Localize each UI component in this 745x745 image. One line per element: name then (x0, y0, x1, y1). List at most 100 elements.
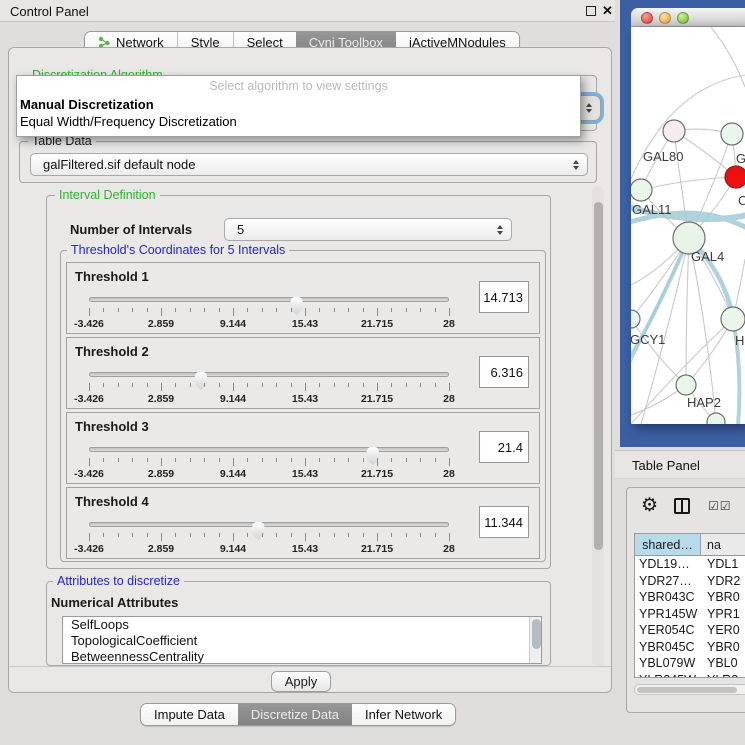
tick-mark (132, 533, 133, 537)
threshold-4-slider[interactable]: -3.4262.8599.14415.4321.71528 (89, 516, 449, 556)
table-cell[interactable]: YPR1 (701, 606, 745, 623)
interval-definition-title: Interval Definition (55, 188, 160, 202)
node-right[interactable] (721, 307, 745, 331)
threshold-3-value-field[interactable] (479, 431, 529, 463)
dropdown-item-equal-width[interactable]: Equal Width/Frequency Discretization (20, 114, 237, 129)
table-cell[interactable]: YBL079W (635, 655, 701, 672)
table-row[interactable]: YDR27…YDR2 (635, 573, 745, 590)
table-cell[interactable]: YBR043C (635, 589, 701, 606)
scrollbar-thumb[interactable] (637, 687, 737, 693)
table-data-combo[interactable]: galFiltered.sif default node (30, 153, 588, 176)
table-row[interactable]: YDL19…YDL1 (635, 556, 745, 573)
network-window-titlebar[interactable] (631, 8, 745, 27)
tick-mark (89, 308, 90, 316)
table-cell[interactable]: YER054C (635, 622, 701, 639)
threshold-4-value-field[interactable] (479, 506, 529, 538)
tick-mark (89, 458, 90, 466)
close-icon[interactable]: ✕ (602, 3, 613, 19)
tick-mark (305, 383, 306, 391)
threshold-1-label: Threshold 1 (75, 269, 149, 284)
node-top-right[interactable] (721, 123, 743, 145)
table-cell[interactable]: YBR0 (701, 589, 745, 606)
table-row[interactable]: YER054CYER0 (635, 622, 745, 639)
node-selected-red[interactable] (725, 166, 745, 188)
scrollbar-thumb[interactable] (594, 202, 603, 550)
zoom-traffic-light-icon[interactable] (677, 12, 689, 24)
minimize-traffic-light-icon[interactable] (659, 12, 671, 24)
float-window-icon[interactable] (586, 6, 596, 16)
table-row[interactable]: YBR045CYBR0 (635, 639, 745, 656)
table-cell[interactable]: YPR145W (635, 606, 701, 623)
tab-discretize-data-label: Discretize Data (251, 707, 339, 722)
tick-label: 2.859 (148, 468, 174, 480)
table-row[interactable]: YBL079WYBL0 (635, 655, 745, 672)
table-row[interactable]: YLR345WYLR3 (635, 672, 745, 679)
table-cell[interactable]: YDR2 (701, 573, 745, 590)
table-cell[interactable]: YBR045C (635, 639, 701, 656)
node-gal80[interactable] (663, 120, 685, 142)
tick-mark (449, 383, 450, 391)
combo-stepper-icon (573, 160, 579, 170)
node-gal11[interactable] (631, 179, 652, 201)
number-of-intervals-combo[interactable]: 5 (224, 218, 512, 241)
threshold-3-slider[interactable]: -3.4262.8599.14415.4321.71528 (89, 441, 449, 481)
tick-mark (161, 308, 162, 316)
close-traffic-light-icon[interactable] (641, 12, 653, 24)
threshold-2-slider[interactable]: -3.4262.8599.14415.4321.71528 (89, 366, 449, 406)
scrollbar-thumb[interactable] (532, 619, 541, 649)
thresholds-group: Threshold's Coordinates for 5 Intervals … (60, 250, 546, 562)
tick-mark (132, 458, 133, 462)
attribute-list-item[interactable]: TopologicalCoefficient (63, 633, 541, 649)
dropdown-item-manual-discretization[interactable]: Manual Discretization (20, 97, 154, 112)
table-cell[interactable]: YDL1 (701, 556, 745, 573)
tick-label: 15.43 (292, 318, 318, 330)
slider-track[interactable] (89, 372, 449, 377)
attribute-list-item[interactable]: BetweennessCentrality (63, 649, 541, 664)
tick-label: 21.715 (361, 318, 393, 330)
network-canvas[interactable]: GAL80 G GAL11 C GAL4 GCY1 H HAP2 (631, 27, 745, 424)
table-cell[interactable]: YLR345W (635, 672, 701, 679)
attributes-scrollbar[interactable] (529, 617, 541, 663)
tab-discretize-data[interactable]: Discretize Data (238, 704, 352, 725)
tick-mark (377, 458, 378, 466)
table-cell[interactable]: YDR27… (635, 573, 701, 590)
node-attribute-table: shared… na YDL19…YDL1YDR27…YDR2YBR043CYB… (634, 533, 745, 678)
tick-label: 21.715 (361, 543, 393, 555)
apply-button[interactable]: Apply (271, 671, 331, 692)
threshold-1-slider[interactable]: -3.4262.8599.14415.4321.71528 (89, 291, 449, 331)
tick-mark (348, 458, 349, 462)
number-of-intervals-label: Number of Intervals (70, 222, 192, 237)
column-header-name[interactable]: na (701, 534, 745, 555)
table-cell[interactable]: YLR3 (701, 672, 745, 679)
threshold-3-panel: Threshold 3 -3.4262.8599.14415.4321.7152… (66, 412, 540, 484)
tick-mark (219, 458, 220, 462)
tick-mark (190, 533, 191, 537)
tick-label: -3.426 (74, 318, 104, 330)
table-cell[interactable]: YDL19… (635, 556, 701, 573)
interval-definition-group: Interval Definition Number of Intervals … (46, 195, 551, 569)
table-row[interactable]: YPR145WYPR1 (635, 606, 745, 623)
threshold-1-value-field[interactable] (479, 281, 529, 313)
attribute-list-item[interactable]: SelfLoops (63, 617, 541, 633)
node-gcy1[interactable] (631, 310, 640, 328)
table-cell[interactable]: YBR0 (701, 639, 745, 656)
tab-impute-data[interactable]: Impute Data (141, 704, 238, 725)
tick-label: 2.859 (148, 318, 174, 330)
combo-stepper-icon (497, 225, 503, 235)
node-hap2[interactable] (676, 375, 696, 395)
slider-track[interactable] (89, 522, 449, 527)
slider-track[interactable] (89, 297, 449, 302)
table-horizontal-scrollbar[interactable] (634, 684, 745, 695)
tick-mark (262, 458, 263, 462)
threshold-2-value-field[interactable] (479, 356, 529, 388)
tab-infer-network[interactable]: Infer Network (352, 704, 455, 725)
slider-track[interactable] (89, 447, 449, 452)
table-cell[interactable]: YBL0 (701, 655, 745, 672)
column-header-shared-name[interactable]: shared… (635, 534, 701, 555)
table-row[interactable]: YBR043CYBR0 (635, 589, 745, 606)
checkbox-icons[interactable]: ☑☑ (708, 499, 732, 513)
gear-icon[interactable]: ⚙ (641, 494, 658, 517)
table-cell[interactable]: YER0 (701, 622, 745, 639)
columns-icon[interactable] (674, 498, 690, 514)
panel-scrollbar[interactable] (592, 186, 604, 666)
